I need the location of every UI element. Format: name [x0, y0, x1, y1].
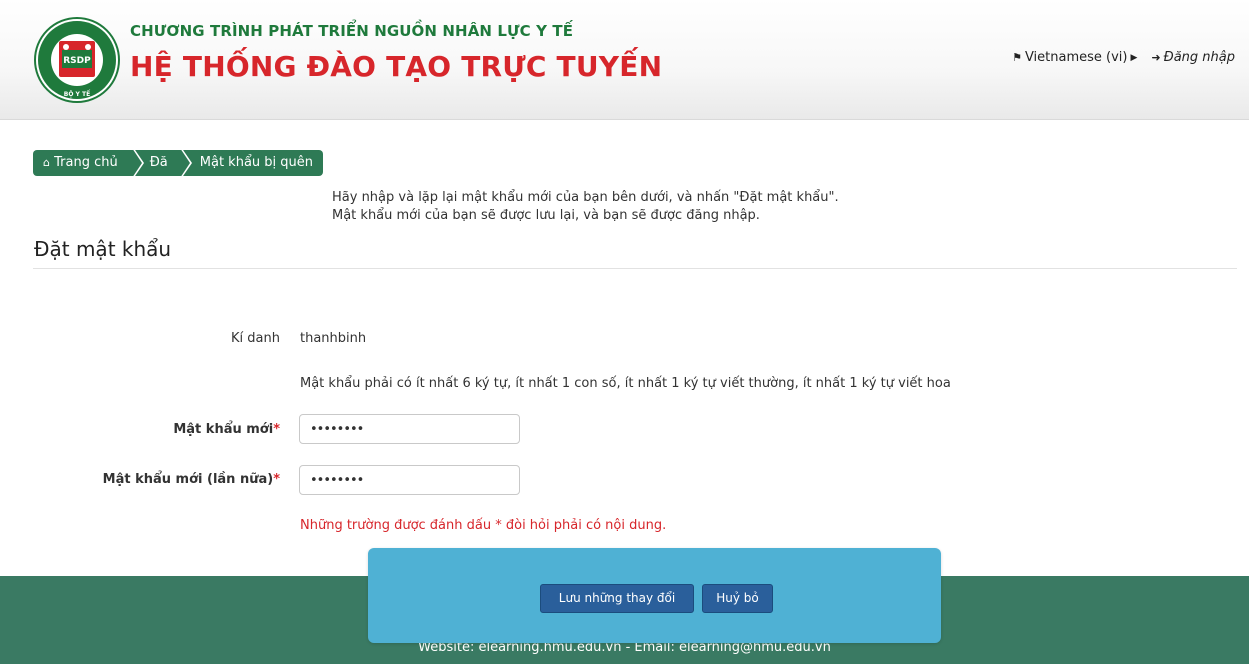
form-action-panel: Lưu những thay đổi Huỷ bỏ [368, 548, 941, 643]
program-subtitle: CHƯƠNG TRÌNH PHÁT TRIỂN NGUỒN NHÂN LỰC Y… [130, 22, 574, 40]
rsdp-logo-icon[interactable]: RSDP BỘ Y TẾ [34, 17, 120, 103]
sign-in-icon: ➜ [1151, 51, 1161, 64]
required-asterisk: * [273, 472, 280, 487]
breadcrumb-label: Trang chủ [54, 155, 118, 170]
home-icon: ⌂ [43, 156, 50, 169]
new-password-label: Mật khẩu mới* [173, 422, 280, 437]
required-fields-note: Những trường được đánh dấu * đòi hỏi phả… [300, 518, 667, 533]
username-label: Kí danh [231, 331, 280, 346]
caret-right-icon: ▶ [1130, 52, 1138, 63]
cancel-button[interactable]: Huỷ bỏ [702, 584, 773, 613]
heading-divider [33, 268, 1237, 269]
instructions: Hãy nhập và lặp lại mật khẩu mới của bạn… [332, 189, 839, 225]
svg-text:RSDP: RSDP [63, 56, 91, 66]
required-asterisk: * [273, 422, 280, 437]
language-label: Vietnamese (vi) [1024, 50, 1128, 65]
breadcrumb-separator [179, 150, 192, 176]
header-menu: ⚑ Vietnamese (vi) ▶ ➜ Đăng nhập [1012, 50, 1235, 65]
flag-icon: ⚑ [1012, 51, 1022, 64]
page-title: Đặt mật khẩu [34, 237, 172, 261]
language-selector[interactable]: ⚑ Vietnamese (vi) ▶ [1012, 50, 1137, 65]
username-value: thanhbinh [300, 331, 367, 346]
confirm-password-label: Mật khẩu mới (lần nữa)* [102, 472, 280, 487]
breadcrumb-label: Đă [149, 155, 168, 170]
svg-text:BỘ Y TẾ: BỘ Y TẾ [64, 90, 91, 98]
login-label: Đăng nhập [1163, 50, 1235, 65]
instructions-line-1: Hãy nhập và lặp lại mật khẩu mới của bạn… [332, 190, 839, 205]
breadcrumb-item-home[interactable]: ⌂ Trang chủ [33, 150, 144, 176]
password-policy: Mật khẩu phải có ít nhất 6 ký tự, ít nhấ… [300, 376, 951, 391]
site-title[interactable]: HỆ THỐNG ĐÀO TẠO TRỰC TUYẾN [130, 50, 662, 83]
breadcrumb-label: Mật khẩu bị quên [199, 155, 314, 170]
breadcrumb-separator [131, 150, 144, 176]
site-header: RSDP BỘ Y TẾ CHƯƠNG TRÌNH PHÁT TRIỂN NGU… [0, 0, 1249, 120]
login-link[interactable]: ➜ Đăng nhập [1151, 50, 1235, 65]
save-changes-button[interactable]: Lưu những thay đổi [540, 584, 694, 613]
breadcrumb: ⌂ Trang chủ Đă Mật khẩu bị quên [33, 150, 324, 176]
breadcrumb-item-current[interactable]: Mật khẩu bị quên [182, 150, 323, 176]
instructions-line-2: Mật khẩu mới của bạn sẽ được lưu lại, và… [332, 208, 760, 223]
new-password-field[interactable] [299, 414, 520, 444]
confirm-password-field[interactable] [299, 465, 520, 495]
